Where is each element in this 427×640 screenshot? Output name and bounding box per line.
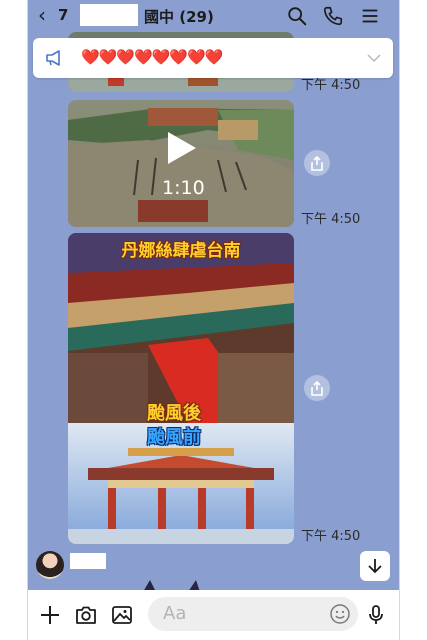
video-duration: 1:10 [162, 177, 205, 199]
chevron-down-icon[interactable] [367, 52, 381, 64]
share-icon [311, 155, 323, 171]
chat-header: ‹ 7 國中 (29) [28, 0, 399, 32]
announcement-text: ❤️❤️❤️❤️❤️❤️❤️❤️ [81, 48, 223, 66]
image-message[interactable]: 丹娜絲肆虐台南 颱風後 颱風前 [68, 233, 294, 544]
image-thumbnail [68, 233, 294, 544]
back-unread-count[interactable]: 7 [58, 6, 68, 24]
menu-icon[interactable] [359, 5, 381, 27]
caption-bottom: 颱風前 [147, 427, 201, 448]
message-composer: Aa [28, 590, 399, 640]
share-button[interactable] [304, 375, 330, 401]
chat-title[interactable]: 國中 (29) [144, 6, 214, 27]
redacted-name [80, 4, 138, 26]
video-message[interactable]: 1:10 [68, 100, 294, 227]
message-input[interactable]: Aa [148, 597, 358, 631]
share-icon [311, 380, 323, 396]
play-icon[interactable] [166, 130, 198, 166]
emoji-icon[interactable] [329, 603, 351, 625]
plus-icon[interactable] [38, 603, 62, 627]
back-button[interactable]: ‹ [38, 4, 46, 26]
scroll-to-bottom-button[interactable] [360, 551, 390, 581]
caption-mid: 颱風後 [147, 403, 201, 424]
caption-top: 丹娜絲肆虐台南 [121, 241, 241, 261]
search-icon[interactable] [286, 5, 308, 27]
megaphone-icon [46, 50, 60, 66]
redacted-sender-name [70, 553, 106, 569]
share-button[interactable] [304, 150, 330, 176]
avatar[interactable] [36, 551, 64, 579]
phone-icon[interactable] [322, 5, 344, 27]
message-input-placeholder: Aa [163, 603, 187, 624]
camera-icon[interactable] [74, 603, 98, 627]
message-time: 下午 4:50 [301, 212, 361, 227]
microphone-icon[interactable] [364, 603, 388, 627]
announcement-banner[interactable]: ❤️❤️❤️❤️❤️❤️❤️❤️ [33, 38, 393, 78]
message-time: 下午 4:50 [301, 529, 361, 544]
image-icon[interactable] [110, 603, 134, 627]
chat-window: ‹ 7 國中 (29) 下午 4:50 ❤️❤️❤️❤️❤️❤️❤️❤️ 1:1… [27, 0, 400, 640]
arrow-down-icon [368, 559, 382, 574]
